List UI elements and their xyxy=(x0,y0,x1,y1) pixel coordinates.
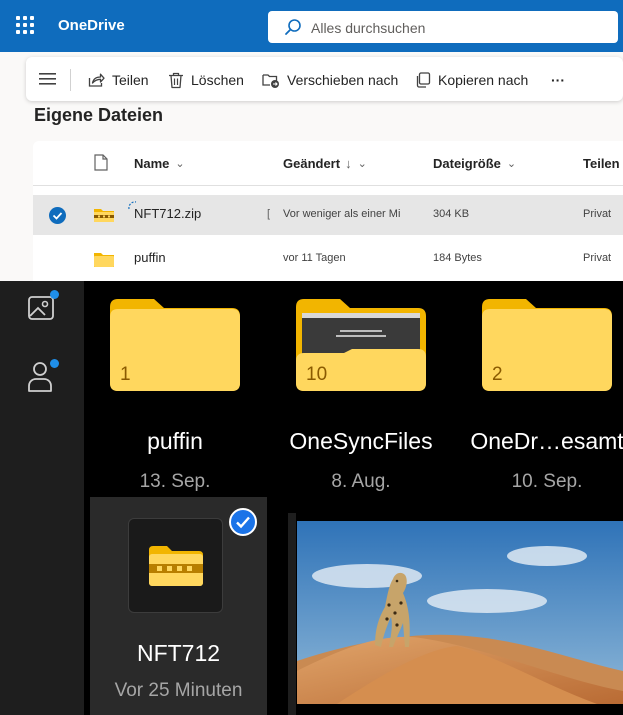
shared-nav-button[interactable] xyxy=(27,359,59,392)
photos-nav-button[interactable] xyxy=(27,290,59,323)
column-header-modified[interactable]: Geändert ↓ ⌄ xyxy=(283,156,367,171)
item-count: 10 xyxy=(306,364,328,385)
file-name: NFT712 xyxy=(136,640,221,666)
command-bar: Teilen Löschen Verschieben nach Kopieren… xyxy=(26,57,623,101)
folder-date: 8. Aug. xyxy=(331,471,391,492)
divider xyxy=(70,69,71,91)
page-title: Eigene Dateien xyxy=(34,105,164,125)
app-title[interactable]: OneDrive xyxy=(58,17,125,34)
row-check-icon[interactable] xyxy=(49,207,66,224)
modified-date: vor 11 Tagen xyxy=(283,252,346,264)
zip-thumbnail xyxy=(128,518,223,613)
column-header-size[interactable]: Dateigröße ⌄ xyxy=(433,156,516,171)
zip-icon xyxy=(94,209,114,222)
app-launcher-icon[interactable] xyxy=(16,16,34,34)
copy-to-button[interactable]: Kopieren nach xyxy=(415,71,528,89)
file-size: 304 KB xyxy=(433,208,470,220)
file-date: Vor 25 Minuten xyxy=(114,680,243,701)
activity-icon: [ xyxy=(267,208,271,220)
item-count: 2 xyxy=(492,364,503,385)
chevron-down-icon: ⌄ xyxy=(506,158,517,170)
folder-name: puffin xyxy=(147,428,203,454)
sort-arrow-icon: ↓ xyxy=(345,156,352,171)
zip-file-tile[interactable]: NFT712 Vor 25 Minuten xyxy=(90,497,267,715)
photo-thumbnail[interactable] xyxy=(297,521,623,704)
chevron-down-icon: ⌄ xyxy=(175,158,185,170)
notification-dot xyxy=(50,290,59,299)
folder-icon xyxy=(94,253,114,267)
folder-date: 10. Sep. xyxy=(511,471,583,492)
mobile-files-view: 1 puffin 13. Sep. 10 OneSyncFiles 8. Aug… xyxy=(0,281,623,715)
trash-icon xyxy=(169,72,183,88)
share-icon xyxy=(88,73,105,87)
modified-date: Vor weniger als einer Mi xyxy=(283,208,401,220)
file-name[interactable]: puffin xyxy=(134,250,264,265)
column-header-sharing[interactable]: Teilen xyxy=(583,156,620,171)
zip-icon xyxy=(149,546,203,586)
cheetah-photo-image xyxy=(297,521,623,704)
search-input[interactable]: Alles durchsuchen xyxy=(311,20,425,36)
file-size: 184 Bytes xyxy=(433,252,482,264)
column-header-name[interactable]: Name ⌄ xyxy=(134,156,185,171)
chevron-down-icon: ⌄ xyxy=(357,158,367,170)
file-type-icon xyxy=(94,154,108,171)
copy-icon xyxy=(416,72,431,88)
folder-date: 13. Sep. xyxy=(139,471,211,492)
share-button[interactable]: Teilen xyxy=(88,71,149,89)
delete-button[interactable]: Löschen xyxy=(168,71,244,89)
notification-dot xyxy=(50,359,59,368)
move-to-button[interactable]: Verschieben nach xyxy=(262,71,398,89)
side-rail xyxy=(0,281,84,715)
move-to-label: Verschieben nach xyxy=(287,72,399,88)
file-name[interactable]: NFT712.zip xyxy=(134,206,264,221)
move-to-icon xyxy=(262,74,279,88)
folder-name: OneDr…esamt xyxy=(470,428,623,454)
selected-check-icon[interactable] xyxy=(229,508,257,536)
table-row[interactable]: puffin vor 11 Tagen 184 Bytes Privat xyxy=(33,239,623,279)
item-count: 1 xyxy=(120,364,131,385)
file-list: Name ⌄ Geändert ↓ ⌄ Dateigröße ⌄ Teilen NF… xyxy=(33,141,623,281)
divider xyxy=(288,513,296,715)
search-icon xyxy=(285,19,301,35)
hamburger-menu-icon[interactable] xyxy=(39,72,57,86)
search-box[interactable]: Alles durchsuchen xyxy=(268,11,618,43)
sharing-status: Privat xyxy=(583,208,612,220)
folder-name: OneSyncFiles xyxy=(289,428,433,454)
more-options-button[interactable]: ··· xyxy=(551,71,565,89)
sharing-status: Privat xyxy=(583,252,612,264)
app-header: OneDrive Alles durchsuchen xyxy=(0,0,623,52)
table-row[interactable]: NFT712.zip [ Vor weniger als einer Mi 30… xyxy=(33,195,623,235)
share-label: Teilen xyxy=(112,72,149,88)
copy-to-label: Kopieren nach xyxy=(438,72,529,88)
divider xyxy=(33,185,623,186)
delete-label: Löschen xyxy=(191,72,244,88)
